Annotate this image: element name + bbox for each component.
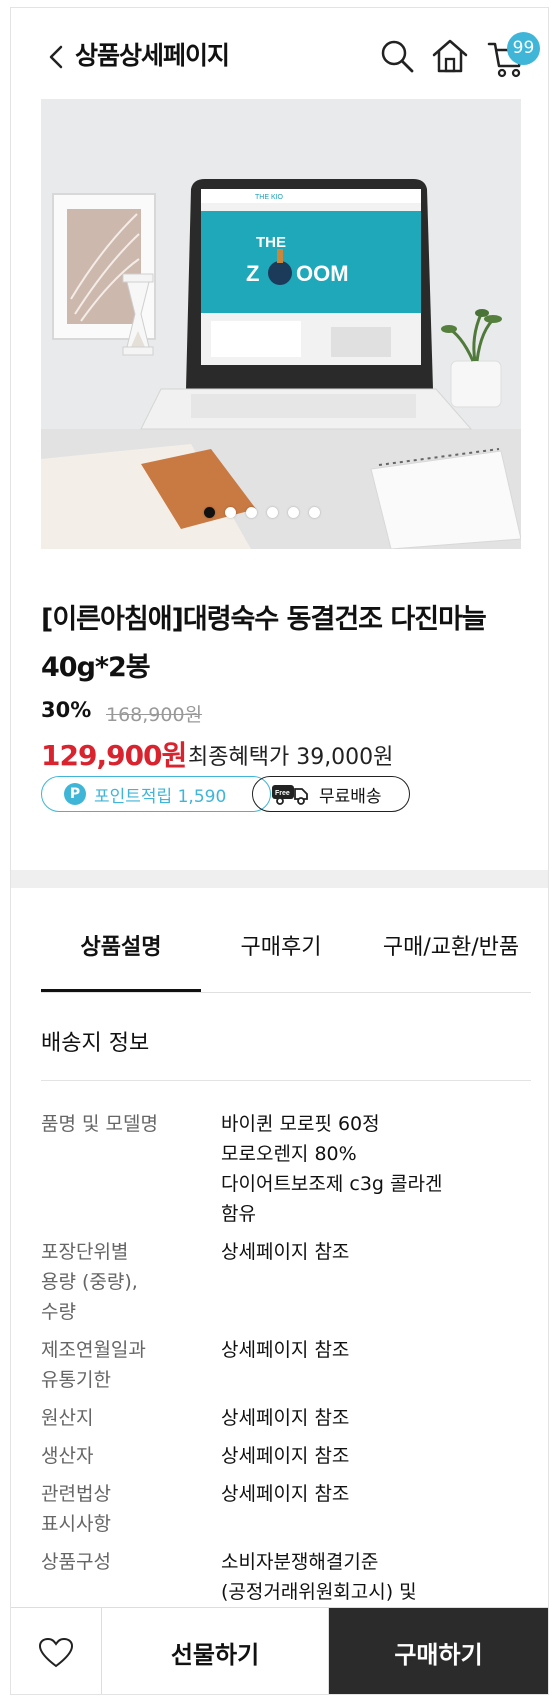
spec-row: 품명 및 모델명 바이퀸 모로핏 60정 모로오렌지 80% 다이어트보조제 c… xyxy=(41,1109,531,1229)
carousel-dot[interactable] xyxy=(267,507,278,518)
carousel-dot[interactable] xyxy=(309,507,320,518)
detail-tabs: 상품설명 구매후기 구매/교환/반품 xyxy=(41,928,531,993)
shipping-badge: Free 무료배송 xyxy=(252,776,410,812)
spec-label: 원산지 xyxy=(41,1407,94,1429)
point-badge: P 포인트적립 1,590 xyxy=(41,776,271,812)
buy-button[interactable]: 구매하기 xyxy=(329,1608,548,1694)
spec-value: 상세페이지 참조 xyxy=(221,1483,350,1505)
spec-label: 상품구성 xyxy=(41,1551,111,1573)
point-icon: P xyxy=(64,783,86,805)
spec-row: 원산지 상세페이지 참조 xyxy=(41,1403,531,1433)
page-title: 상품상세페이지 xyxy=(75,41,230,70)
carousel-dot[interactable] xyxy=(288,507,299,518)
spec-row: 관련법상 표시사항 상세페이지 참조 xyxy=(41,1479,531,1539)
svg-text:Z: Z xyxy=(246,261,259,286)
discount-rate: 30% xyxy=(41,698,92,722)
search-icon[interactable] xyxy=(380,39,414,73)
truck-icon: Free xyxy=(272,785,308,805)
final-benefit-price: 최종혜택가 39,000원 xyxy=(188,745,394,770)
top-header: 상품상세페이지 99 xyxy=(11,8,548,98)
spec-label: 품명 및 모델명 xyxy=(41,1113,158,1135)
wishlist-button[interactable] xyxy=(11,1608,102,1694)
back-arrow-icon[interactable] xyxy=(45,42,67,72)
bottom-action-bar: 선물하기 구매하기 xyxy=(11,1607,548,1694)
spec-row: 제조연월일과 유통기한 상세페이지 참조 xyxy=(41,1335,531,1395)
sale-price: 129,900원 xyxy=(41,739,187,772)
tab-reviews[interactable]: 구매후기 xyxy=(216,928,346,992)
spec-value: 소비자분쟁해결기준 (공정거래위원회고시) 및 xyxy=(221,1551,417,1603)
spec-value: 상세페이지 참조 xyxy=(221,1445,350,1467)
screen-brand-text: THE KIO xyxy=(255,194,284,201)
home-icon[interactable] xyxy=(431,38,469,74)
spec-row: 상품구성 소비자분쟁해결기준 (공정거래위원회고시) 및 xyxy=(41,1547,531,1607)
product-title: [이른아침애]대령숙수 동결건조 다진마늘 40g*2봉 xyxy=(41,604,487,683)
carousel-dot[interactable] xyxy=(246,507,257,518)
spec-value: 상세페이지 참조 xyxy=(221,1339,350,1361)
spec-value: 바이퀸 모로핏 60정 모로오렌지 80% 다이어트보조제 c3g 콜라겐 함유 xyxy=(221,1113,443,1225)
spec-value: 상세페이지 참조 xyxy=(221,1407,350,1429)
svg-text:THE: THE xyxy=(256,234,286,251)
point-label: 포인트적립 1,590 xyxy=(94,786,227,807)
spec-label: 관련법상 표시사항 xyxy=(41,1483,111,1535)
product-photo: THE KIO THE Z OOM xyxy=(41,99,521,549)
free-label: Free xyxy=(275,790,290,797)
section-divider xyxy=(11,870,548,888)
divider xyxy=(41,1080,531,1081)
page-frame: 상품상세페이지 99 THE KIO THE Z OOM [이른아침애]대령숙수… xyxy=(10,7,549,1695)
spec-label: 포장단위별 용량 (중량), 수량 xyxy=(41,1241,138,1323)
spec-row: 포장단위별 용량 (중량), 수량 상세페이지 참조 xyxy=(41,1237,531,1327)
delivery-info-title: 배송지 정보 xyxy=(41,1031,150,1056)
tab-description[interactable]: 상품설명 xyxy=(41,928,201,992)
original-price: 168,900원 xyxy=(106,704,203,726)
spec-table: 품명 및 모델명 바이퀸 모로핏 60정 모로오렌지 80% 다이어트보조제 c… xyxy=(41,1109,531,1615)
cart-count-badge: 99 xyxy=(507,32,540,65)
carousel-dot[interactable] xyxy=(204,507,215,518)
spec-label: 생산자 xyxy=(41,1445,94,1467)
product-image-carousel[interactable]: THE KIO THE Z OOM xyxy=(41,99,521,549)
spec-value: 상세페이지 참조 xyxy=(221,1241,350,1263)
carousel-dots xyxy=(204,507,320,518)
tab-return-policy[interactable]: 구매/교환/반품 xyxy=(371,928,531,992)
shipping-label: 무료배송 xyxy=(319,786,382,807)
carousel-dot[interactable] xyxy=(225,507,236,518)
heart-icon xyxy=(38,1637,74,1667)
spec-row: 생산자 상세페이지 참조 xyxy=(41,1441,531,1471)
svg-text:OOM: OOM xyxy=(296,261,349,286)
gift-button[interactable]: 선물하기 xyxy=(102,1608,329,1694)
spec-label: 제조연월일과 유통기한 xyxy=(41,1339,146,1391)
